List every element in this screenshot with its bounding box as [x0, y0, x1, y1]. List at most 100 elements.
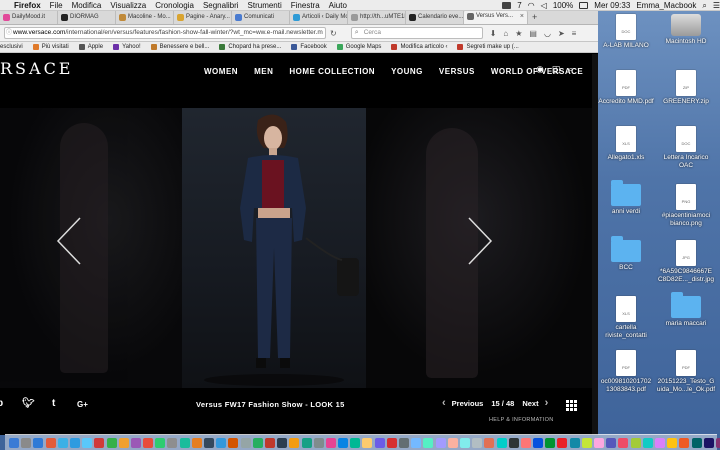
- nav-young[interactable]: YOUNG: [391, 67, 423, 76]
- dock-app-icon[interactable]: [167, 437, 178, 448]
- dock-app-icon[interactable]: [252, 437, 263, 448]
- dock-app-icon[interactable]: [411, 437, 422, 448]
- google-plus-icon[interactable]: G+: [77, 400, 88, 409]
- dock-app-icon[interactable]: [630, 437, 641, 448]
- home-icon[interactable]: ⌂: [503, 29, 508, 38]
- dock-app-icon[interactable]: [191, 437, 202, 448]
- desktop-icon[interactable]: PNG #piacentiniamoci bianco.png: [656, 184, 716, 228]
- dock-app-icon[interactable]: [508, 437, 519, 448]
- twitter-icon[interactable]: 🐦︎: [22, 398, 35, 409]
- dock-app-icon[interactable]: [289, 437, 300, 448]
- dock-app-icon[interactable]: [715, 437, 720, 448]
- dock-app-icon[interactable]: [447, 437, 458, 448]
- dock-app-icon[interactable]: [691, 437, 702, 448]
- reload-icon[interactable]: ↻: [330, 29, 337, 38]
- dock-app-icon[interactable]: [301, 437, 312, 448]
- dock-app-icon[interactable]: [9, 437, 19, 448]
- bookmark-item[interactable]: Modifica articolo ‹: [391, 44, 447, 50]
- dock-app-icon[interactable]: [472, 437, 483, 448]
- volume-icon[interactable]: ◁: [541, 0, 547, 11]
- dock-app-icon[interactable]: [667, 437, 678, 448]
- nav-men[interactable]: MEN: [254, 67, 273, 76]
- menu-finestra[interactable]: Finestra: [291, 0, 320, 11]
- menu-aiuto[interactable]: Aiuto: [329, 0, 347, 11]
- dock-app-icon[interactable]: [264, 437, 275, 448]
- desktop-icon[interactable]: BCC: [596, 236, 656, 272]
- dock-app-icon[interactable]: [338, 437, 349, 448]
- dock-app-icon[interactable]: [240, 437, 251, 448]
- library-icon[interactable]: ▤: [529, 29, 537, 38]
- dock-app-icon[interactable]: [496, 437, 507, 448]
- nav-versus[interactable]: VERSUS: [439, 67, 475, 76]
- dock-app-icon[interactable]: [386, 437, 397, 448]
- dock-app-icon[interactable]: [654, 437, 665, 448]
- dock-app-icon[interactable]: [642, 437, 653, 448]
- bookmark-item[interactable]: esclusivi: [0, 44, 23, 50]
- bookmark-item[interactable]: Yahoo!: [113, 44, 141, 50]
- dock-app-icon[interactable]: [325, 437, 336, 448]
- dock-app-icon[interactable]: [533, 437, 544, 448]
- dock-app-icon[interactable]: [216, 437, 227, 448]
- desktop-icon[interactable]: DOC Lettera Incarico OAC: [656, 126, 716, 170]
- dock-app-icon[interactable]: [374, 437, 385, 448]
- dock-app-icon[interactable]: [362, 437, 373, 448]
- cart-icon[interactable]: ◫: [552, 64, 561, 75]
- bookmark-item[interactable]: Chopard ha prese...: [219, 44, 281, 50]
- desktop-icon[interactable]: maria maccari: [656, 292, 716, 328]
- user-name[interactable]: Emma_Macbook: [636, 0, 696, 11]
- send-icon[interactable]: ➤: [558, 29, 565, 38]
- menu-strumenti[interactable]: Strumenti: [248, 0, 282, 11]
- dock-app-icon[interactable]: [350, 437, 361, 448]
- dock-app-icon[interactable]: [459, 437, 470, 448]
- browser-tab[interactable]: http://th...uMTE1LjA: [348, 11, 406, 24]
- desktop-icon[interactable]: ZIP GREENERY.zip: [656, 70, 716, 106]
- desktop-icon[interactable]: PDF Accredito MMD.pdf: [596, 70, 656, 106]
- previous-arrow-icon[interactable]: [56, 216, 84, 266]
- dock-app-icon[interactable]: [21, 437, 32, 448]
- bookmark-item[interactable]: Google Maps: [336, 44, 381, 50]
- wifi-icon[interactable]: ◠: [528, 0, 535, 11]
- dock-app-icon[interactable]: [277, 437, 288, 448]
- dock-app-icon[interactable]: [69, 437, 80, 448]
- pager-prev-chevron-icon[interactable]: ‹: [442, 397, 446, 409]
- search-bar[interactable]: ⌕ Cerca: [350, 27, 483, 39]
- browser-tab[interactable]: Versus Vers... ×: [464, 11, 528, 24]
- dock-app-icon[interactable]: [520, 437, 531, 448]
- desktop-icon[interactable]: XLS Allegato1.xls: [596, 126, 656, 162]
- versace-logo[interactable]: RSACE: [0, 59, 73, 78]
- browser-tab[interactable]: Pagine - Anary...: [174, 11, 232, 24]
- browser-tab[interactable]: DailyMood.it: [0, 11, 58, 24]
- dock-app-icon[interactable]: [204, 437, 214, 448]
- battery-icon[interactable]: [579, 1, 589, 9]
- bookmark-item[interactable]: Benessere e bell...: [150, 44, 209, 50]
- url-bar[interactable]: ⓘ www.versace.com/international/en/versu…: [4, 27, 326, 39]
- dock-app-icon[interactable]: [435, 437, 446, 448]
- browser-tab[interactable]: Comunicati: [232, 11, 290, 24]
- site-info-icon[interactable]: ⓘ: [6, 28, 12, 38]
- download-icon[interactable]: ⬇: [490, 29, 497, 38]
- browser-tab[interactable]: Articoli ‹ Daily Moo...: [290, 11, 348, 24]
- desktop-icon[interactable]: DOC A-LAB MILANO: [596, 14, 656, 50]
- dock-app-icon[interactable]: [557, 437, 568, 448]
- bookmark-item[interactable]: Apple: [78, 44, 103, 50]
- notification-center-icon[interactable]: ☰: [713, 0, 720, 11]
- menu-cronologia[interactable]: Cronologia: [155, 0, 194, 11]
- dock-app-icon[interactable]: [679, 437, 690, 448]
- dock-app-icon[interactable]: [484, 437, 495, 448]
- site-search-icon[interactable]: ⌕: [568, 64, 573, 75]
- browser-tab[interactable]: Macoline - Mo...: [116, 11, 174, 24]
- bookmark-item[interactable]: Più visitati: [32, 44, 69, 50]
- desktop-icon[interactable]: PDF oc009810201702 13083843.pdf: [596, 350, 656, 394]
- clock[interactable]: Mer 09:33: [594, 0, 630, 11]
- dock-app-icon[interactable]: [118, 437, 129, 448]
- nav-women[interactable]: WOMEN: [204, 67, 238, 76]
- desktop-icon[interactable]: anni verdi: [596, 180, 656, 216]
- pocket-icon[interactable]: ◡: [544, 29, 551, 38]
- menu-segnalibri[interactable]: Segnalibri: [203, 0, 239, 11]
- tab-close-icon[interactable]: ×: [520, 11, 524, 23]
- browser-tab[interactable]: DIORMAG: [58, 11, 116, 24]
- bookmark-item[interactable]: Segreti make up (...: [457, 44, 519, 50]
- dock-app-icon[interactable]: [618, 437, 629, 448]
- desktop-icon[interactable]: PDF 20151223_Testo_G uida_Mo...le_Ok.pdf: [656, 350, 716, 394]
- dock-app-icon[interactable]: [106, 437, 117, 448]
